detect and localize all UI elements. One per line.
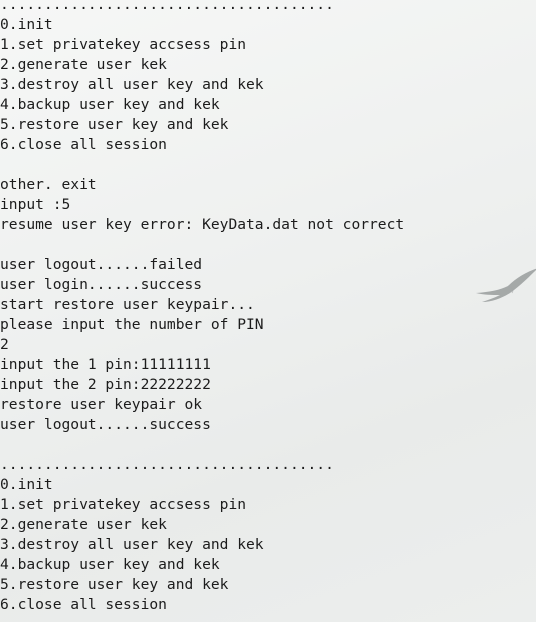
console-line: start restore user keypair... (0, 296, 255, 313)
console-line: 2.generate user kek (0, 56, 167, 73)
console-line: 3.destroy all user key and kek (0, 536, 264, 553)
console-line: user logout......failed (0, 256, 203, 273)
console-line: 3.destroy all user key and kek (0, 76, 264, 93)
console-line: 4.backup user key and kek (0, 556, 220, 573)
console-line: input the 1 pin:11111111 (0, 356, 211, 373)
console-line: input the 2 pin:22222222 (0, 376, 211, 393)
console-line: 2.generate user kek (0, 516, 167, 533)
console-line: user login......success (0, 276, 203, 293)
console-line: please input the number of PIN (0, 316, 264, 333)
console-line: 6.close all session (0, 596, 167, 613)
console-line: other. exit (0, 176, 97, 193)
console-line: restore user keypair ok (0, 396, 203, 413)
console-line: 4.backup user key and kek (0, 96, 220, 113)
console-line: 1.set privatekey accsess pin (0, 496, 247, 513)
console-line: 6.close all session (0, 136, 167, 153)
terminal-output: ...................................... 0.… (0, 0, 536, 615)
console-line: ...................................... (0, 0, 334, 13)
console-line: user logout......success (0, 416, 211, 433)
console-line: 0.init (0, 476, 53, 493)
console-line: 5.restore user key and kek (0, 116, 229, 133)
console-line: resume user key error: KeyData.dat not c… (0, 216, 405, 233)
console-line: 2 (0, 336, 9, 353)
console-line: 5.restore user key and kek (0, 576, 229, 593)
console-line: input :5 (0, 196, 71, 213)
console-line: ...................................... (0, 456, 334, 473)
console-line: 1.set privatekey accsess pin (0, 36, 247, 53)
console-line: 0.init (0, 16, 53, 33)
